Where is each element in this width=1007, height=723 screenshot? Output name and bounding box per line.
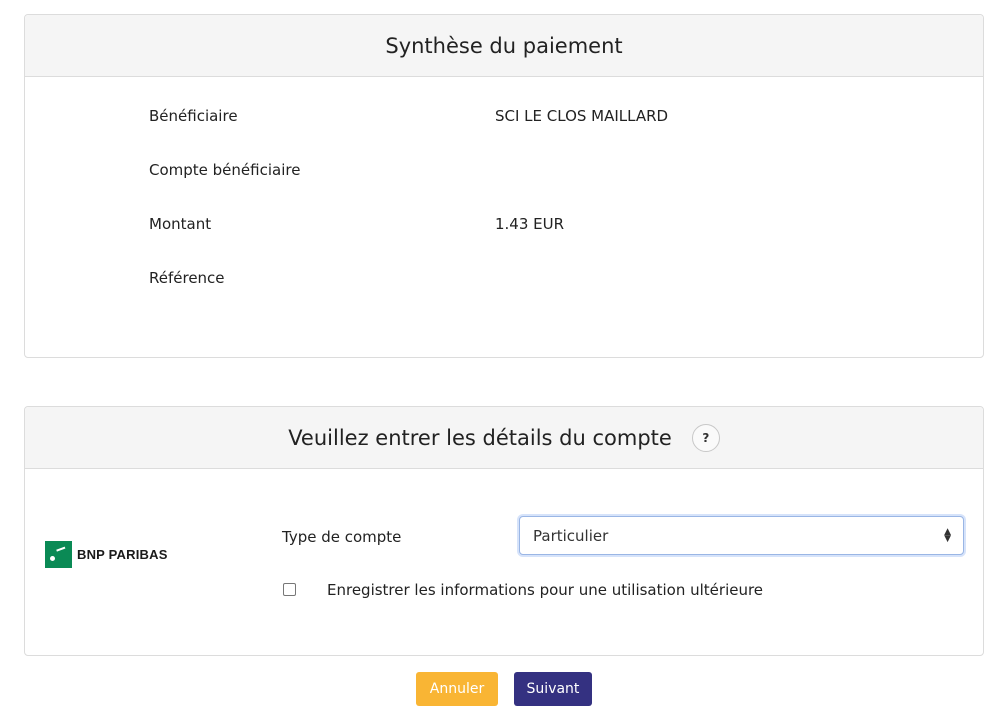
details-header: Veuillez entrer les détails du compte ? xyxy=(25,407,983,469)
bank-logo: BNP PARIBAS xyxy=(45,541,168,568)
select-arrows-icon: ▲ ▼ xyxy=(944,527,951,544)
beneficiary-value: SCI LE CLOS MAILLARD xyxy=(495,107,669,125)
payment-summary-card: Synthèse du paiement Bénéficiaire SCI LE… xyxy=(24,14,984,358)
cancel-button[interactable]: Annuler xyxy=(416,672,498,706)
account-type-select[interactable]: Particulier ▲ ▼ xyxy=(519,516,964,555)
summary-title: Synthèse du paiement xyxy=(385,33,623,58)
details-title: Veuillez entrer les détails du compte xyxy=(288,425,672,450)
account-type-label: Type de compte xyxy=(282,528,402,546)
beneficiary-label: Bénéficiaire xyxy=(149,107,238,125)
account-type-value: Particulier xyxy=(533,526,609,545)
bnp-star-icon xyxy=(45,541,72,568)
save-info-checkbox[interactable] xyxy=(283,583,296,596)
help-button[interactable]: ? xyxy=(691,423,720,452)
amount-value: 1.43 EUR xyxy=(495,215,565,233)
save-info-label[interactable]: Enregistrer les informations pour une ut… xyxy=(327,581,763,599)
amount-label: Montant xyxy=(149,215,212,233)
account-details-card: Veuillez entrer les détails du compte ? … xyxy=(24,406,984,656)
summary-header: Synthèse du paiement xyxy=(25,15,983,77)
reference-label: Référence xyxy=(149,269,225,287)
bank-name: BNP PARIBAS xyxy=(77,547,168,562)
beneficiary-account-label: Compte bénéficiaire xyxy=(149,161,301,179)
next-button[interactable]: Suivant xyxy=(514,672,592,706)
